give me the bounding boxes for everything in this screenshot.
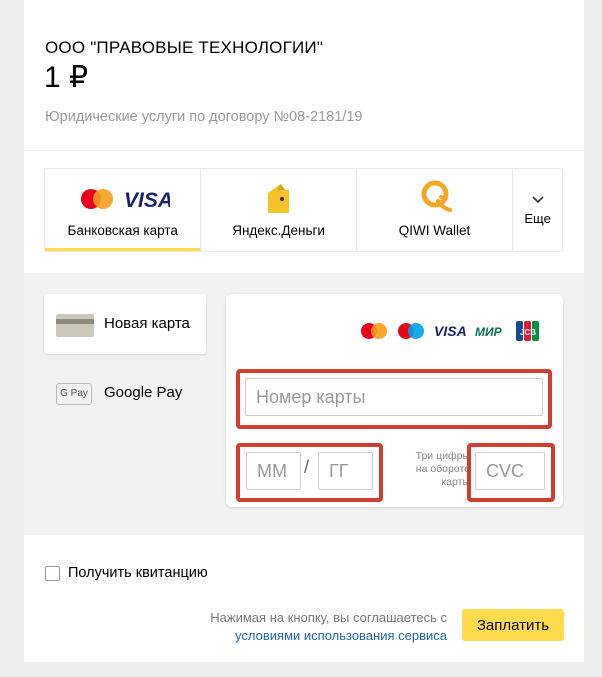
svg-text:VISA: VISA [124, 189, 170, 212]
tab-more-label: Еще [524, 211, 551, 226]
visa-icon: VISA [434, 323, 467, 339]
payment-amount: 1 ₽ [44, 61, 89, 94]
merchant-name: ООО "ПРАВОВЫЕ ТЕХНОЛОГИИ" [45, 38, 324, 57]
order-header: ООО "ПРАВОВЫЕ ТЕХНОЛОГИИ" 1 ₽ Юридически… [24, 0, 584, 151]
tab-yandex-money[interactable]: Яндекс.Деньги [201, 169, 357, 251]
method-google-pay[interactable]: G Pay Google Pay [44, 363, 206, 423]
terms-text: Нажимая на кнопку, вы соглашаетесь с [210, 610, 447, 625]
receipt-checkbox[interactable] [45, 566, 60, 581]
tab-bank-card[interactable]: VISA Банковская карта [45, 169, 202, 251]
method-new-card[interactable]: Новая карта [44, 294, 206, 354]
card-payment-panel: Новая карта G Pay Google Pay VISA МИР JC… [24, 273, 584, 535]
method-new-card-label: Новая карта [104, 315, 190, 332]
mastercard-icon [398, 323, 424, 339]
card-number-input[interactable] [245, 378, 543, 416]
terms-notice: Нажимая на кнопку, вы соглашаетесь с усл… [210, 609, 447, 645]
svg-text:МИР: МИР [475, 325, 503, 339]
tab-qiwi-label: QIWI Wallet [398, 223, 471, 238]
terms-link[interactable]: условиями использования сервиса [235, 628, 447, 643]
cvc-input[interactable] [475, 452, 545, 490]
payment-card: ООО "ПРАВОВЫЕ ТЕХНОЛОГИИ" 1 ₽ Юридически… [24, 0, 584, 662]
mastercard-visa-icon: VISA [80, 186, 173, 217]
svg-text:JCB: JCB [520, 328, 536, 337]
jcb-icon: JCB [516, 321, 539, 341]
expiry-year-input[interactable] [318, 452, 373, 490]
tab-qiwi[interactable]: QIWI Wallet [357, 169, 514, 251]
maestro-icon [361, 323, 387, 339]
card-form: VISA МИР JCB / Три цифры на обороте карт… [226, 294, 563, 507]
date-separator: / [304, 457, 310, 477]
tab-bank-card-label: Банковская карта [67, 223, 178, 238]
expiry-month-input[interactable] [246, 452, 301, 490]
tab-yandex-money-label: Яндекс.Деньги [232, 223, 325, 238]
cvc-hint: Три цифры на обороте карты [415, 450, 470, 488]
qiwi-icon [420, 179, 452, 218]
card-icon [56, 314, 94, 337]
svg-text:VISA: VISA [434, 323, 467, 339]
order-description: Юридические услуги по договору №08-2181/… [45, 109, 363, 125]
card-brand-logos: VISA МИР JCB [359, 320, 541, 342]
tab-more[interactable]: Еще [513, 169, 562, 251]
payment-type-tabs: VISA Банковская карта Яндекс.Деньги QIWI… [44, 168, 563, 252]
chevron-down-icon [532, 191, 544, 209]
google-pay-icon: G Pay [56, 383, 92, 405]
mir-icon: МИР [475, 325, 503, 339]
method-google-pay-label: Google Pay [104, 384, 183, 401]
receipt-checkbox-label[interactable]: Получить квитанцию [68, 565, 208, 581]
yandex-money-icon [265, 181, 293, 220]
pay-button[interactable]: Заплатить [462, 609, 564, 641]
